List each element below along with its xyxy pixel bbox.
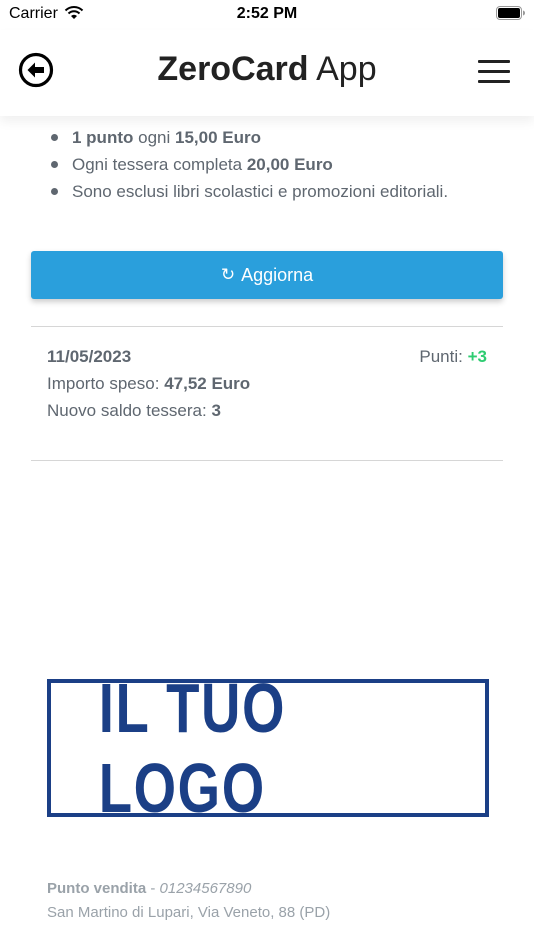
rule-item: Ogni tessera completa 20,00 Euro <box>48 151 448 178</box>
logo-text: IL TUO LOGO <box>98 669 287 827</box>
refresh-label: Aggiorna <box>241 264 314 285</box>
battery-icon <box>496 6 525 20</box>
points-earned: Punti: +3 <box>419 347 487 366</box>
refresh-button[interactable]: ↻ Aggiorna <box>31 251 503 299</box>
rule-item: 1 punto ogni 15,00 Euro <box>48 124 448 151</box>
store-info: Punto vendita - 01234567890 San Martino … <box>47 877 330 925</box>
app-title-light: App <box>316 50 377 88</box>
amount-spent: Importo speso: 47,52 Euro <box>47 374 251 393</box>
rule-item: Sono esclusi libri scolastici e promozio… <box>48 178 448 205</box>
refresh-icon: ↻ <box>220 265 236 284</box>
store-phone[interactable]: 01234567890 <box>160 880 252 897</box>
hamburger-menu-icon[interactable] <box>478 60 510 84</box>
store-address: San Martino di Lupari, Via Veneto, 88 (P… <box>47 904 331 921</box>
store-label: Punto vendita <box>47 880 147 897</box>
transaction-date: 11/05/2023 <box>47 347 132 366</box>
app-header: ZeroCard App <box>0 30 534 116</box>
rules-list: 1 punto ogni 15,00 Euro Ogni tessera com… <box>48 124 448 205</box>
store-logo: IL TUO LOGO <box>47 669 489 827</box>
divider <box>31 460 503 461</box>
divider <box>31 326 503 327</box>
app-title-bold: ZeroCard <box>157 50 309 88</box>
clock: 2:52 PM <box>236 5 298 22</box>
transaction-entry: 11/05/2023 Punti: +3 Importo speso: 47,5… <box>47 343 487 424</box>
status-bar: Carrier 2:52 PM <box>0 0 534 30</box>
app-title: ZeroCard App <box>0 50 534 89</box>
new-balance: Nuovo saldo tessera: 3 <box>47 401 221 420</box>
